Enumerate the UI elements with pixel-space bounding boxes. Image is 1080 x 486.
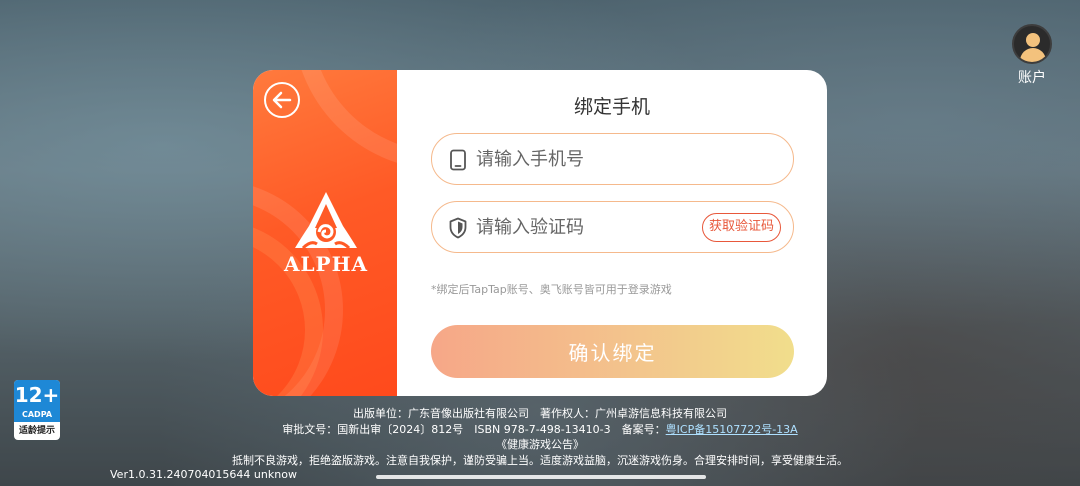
verification-code-field[interactable]: 获取验证码 bbox=[431, 201, 794, 253]
home-indicator[interactable] bbox=[376, 475, 706, 479]
alpha-logo: ALPHA bbox=[281, 190, 371, 276]
approval-text: 审批文号：国新出审〔2024〕812号 ISBN 978-7-498-13410… bbox=[282, 422, 666, 436]
rating-age: 12+ bbox=[14, 383, 60, 407]
publisher-line: 出版单位：广东音像出版社有限公司 著作权人：广州卓游信息科技有限公司 bbox=[353, 407, 727, 420]
brand-panel: ALPHA bbox=[253, 70, 397, 396]
form-panel: 绑定手机 获取验证码 *绑定后TapTap账号、奥飞账号皆可用于登录游戏 确认绑… bbox=[397, 70, 827, 396]
account-label: 账户 bbox=[1018, 70, 1046, 86]
phone-icon bbox=[450, 149, 466, 171]
confirm-bind-button[interactable]: 确认绑定 bbox=[431, 325, 794, 378]
phone-field[interactable] bbox=[431, 133, 794, 185]
phone-input[interactable] bbox=[476, 145, 686, 173]
version-text: Ver1.0.31.240704015644 unknow bbox=[110, 468, 297, 481]
shield-icon bbox=[449, 217, 467, 239]
legal-footer: 出版单位：广东音像出版社有限公司 著作权人：广州卓游信息科技有限公司 审批文号：… bbox=[0, 406, 1080, 468]
alpha-flame-icon bbox=[295, 192, 357, 250]
back-arrow-icon bbox=[272, 91, 292, 109]
user-avatar-icon bbox=[1012, 24, 1052, 64]
bind-hint-text: *绑定后TapTap账号、奥飞账号皆可用于登录游戏 bbox=[431, 283, 672, 296]
approval-line: 审批文号：国新出审〔2024〕812号 ISBN 978-7-498-13410… bbox=[0, 422, 1080, 438]
health-notice-text: 抵制不良游戏，拒绝盗版游戏。注意自我保护，谨防受骗上当。适度游戏益脑，沉迷游戏伤… bbox=[232, 453, 848, 467]
account-button[interactable]: 账户 bbox=[1011, 24, 1053, 87]
logo-text: ALPHA bbox=[283, 252, 369, 276]
verification-code-input[interactable] bbox=[476, 213, 686, 241]
icp-link[interactable]: 粤ICP备15107722号-13A bbox=[666, 423, 798, 436]
back-button[interactable] bbox=[264, 82, 300, 118]
bind-phone-dialog: ALPHA 绑定手机 获取验证码 *绑定后TapTap账号、奥飞账号皆可用于登录… bbox=[253, 70, 827, 396]
get-code-button[interactable]: 获取验证码 bbox=[701, 213, 781, 242]
dialog-title: 绑定手机 bbox=[573, 96, 650, 118]
health-notice-title[interactable]: 《健康游戏公告》 bbox=[0, 437, 1080, 453]
